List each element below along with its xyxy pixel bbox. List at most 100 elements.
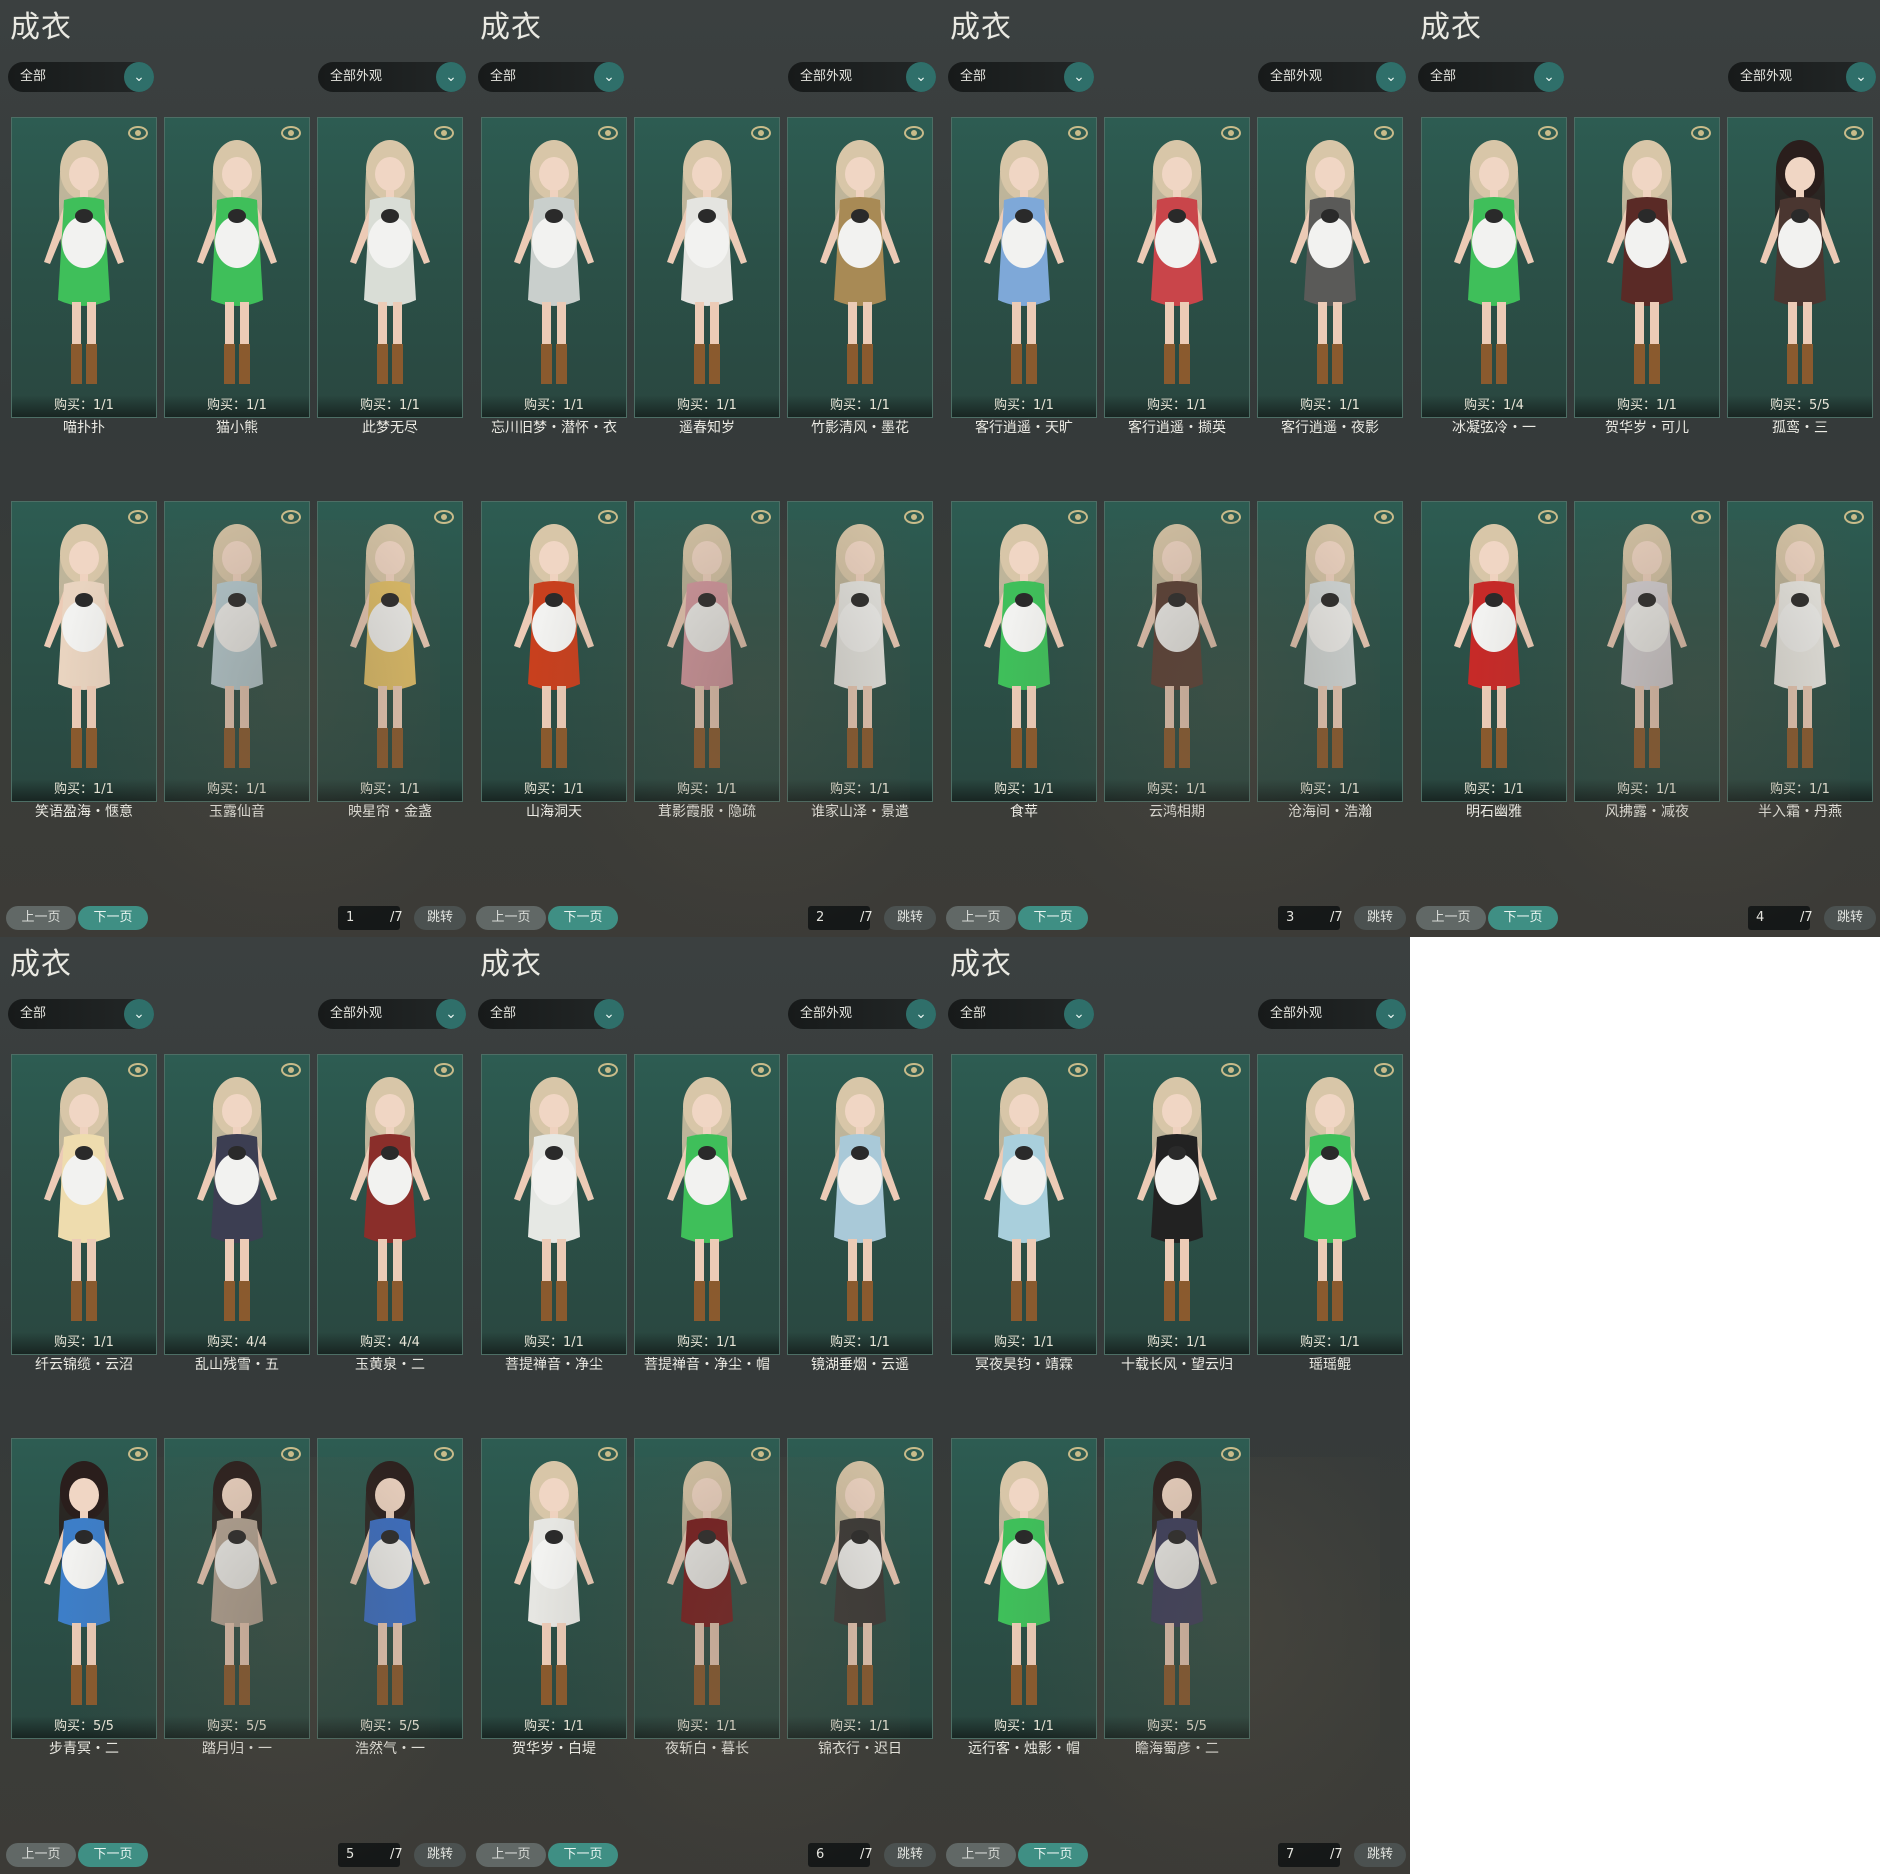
appearance-dropdown[interactable]: 全部外观 ⌄ (1728, 62, 1876, 92)
outfit-card[interactable]: 购买：1/1 (634, 501, 780, 802)
outfit-card[interactable]: 购买：1/1 (481, 117, 627, 418)
eye-icon[interactable] (904, 510, 924, 524)
eye-icon[interactable] (281, 126, 301, 140)
chevron-down-icon[interactable]: ⌄ (436, 62, 466, 92)
eye-icon[interactable] (904, 1063, 924, 1077)
outfit-card[interactable]: 购买：1/1 (317, 117, 463, 418)
appearance-dropdown[interactable]: 全部外观 ⌄ (788, 62, 936, 92)
eye-icon[interactable] (1221, 1063, 1241, 1077)
eye-icon[interactable] (434, 510, 454, 524)
chevron-down-icon[interactable]: ⌄ (1376, 62, 1406, 92)
next-page-button[interactable]: 下一页 (1488, 906, 1558, 930)
category-dropdown[interactable]: 全部 ⌄ (948, 999, 1094, 1029)
chevron-down-icon[interactable]: ⌄ (1534, 62, 1564, 92)
eye-icon[interactable] (1221, 126, 1241, 140)
chevron-down-icon[interactable]: ⌄ (124, 999, 154, 1029)
outfit-card[interactable]: 购买：1/1 (1257, 117, 1403, 418)
jump-button[interactable]: 跳转 (414, 906, 466, 930)
outfit-card[interactable]: 购买：1/1 (1104, 117, 1250, 418)
eye-icon[interactable] (1068, 1063, 1088, 1077)
outfit-card[interactable]: 购买：1/1 (164, 501, 310, 802)
outfit-card[interactable]: 购买：1/1 (951, 1054, 1097, 1355)
next-page-button[interactable]: 下一页 (548, 906, 618, 930)
eye-icon[interactable] (598, 510, 618, 524)
chevron-down-icon[interactable]: ⌄ (906, 62, 936, 92)
chevron-down-icon[interactable]: ⌄ (1064, 999, 1094, 1029)
outfit-card[interactable]: 购买：5/5 (164, 1438, 310, 1739)
next-page-button[interactable]: 下一页 (548, 1843, 618, 1867)
outfit-card[interactable]: 购买：4/4 (317, 1054, 463, 1355)
eye-icon[interactable] (1068, 126, 1088, 140)
eye-icon[interactable] (1221, 510, 1241, 524)
appearance-dropdown[interactable]: 全部外观 ⌄ (788, 999, 936, 1029)
chevron-down-icon[interactable]: ⌄ (1064, 62, 1094, 92)
outfit-card[interactable]: 购买：5/5 (1104, 1438, 1250, 1739)
eye-icon[interactable] (1538, 510, 1558, 524)
eye-icon[interactable] (904, 126, 924, 140)
appearance-dropdown[interactable]: 全部外观 ⌄ (318, 62, 466, 92)
prev-page-button[interactable]: 上一页 (476, 1843, 546, 1867)
category-dropdown[interactable]: 全部 ⌄ (478, 999, 624, 1029)
outfit-card[interactable]: 购买：1/1 (1104, 1054, 1250, 1355)
chevron-down-icon[interactable]: ⌄ (594, 62, 624, 92)
category-dropdown[interactable]: 全部 ⌄ (948, 62, 1094, 92)
chevron-down-icon[interactable]: ⌄ (1376, 999, 1406, 1029)
chevron-down-icon[interactable]: ⌄ (436, 999, 466, 1029)
next-page-button[interactable]: 下一页 (78, 906, 148, 930)
prev-page-button[interactable]: 上一页 (946, 906, 1016, 930)
outfit-card[interactable]: 购买：1/1 (787, 117, 933, 418)
outfit-card[interactable]: 购买：5/5 (1727, 117, 1873, 418)
eye-icon[interactable] (1221, 1447, 1241, 1461)
next-page-button[interactable]: 下一页 (1018, 906, 1088, 930)
category-dropdown[interactable]: 全部 ⌄ (1418, 62, 1564, 92)
eye-icon[interactable] (598, 126, 618, 140)
outfit-card[interactable]: 购买：4/4 (164, 1054, 310, 1355)
category-dropdown[interactable]: 全部 ⌄ (478, 62, 624, 92)
outfit-card[interactable]: 购买：1/1 (787, 1438, 933, 1739)
eye-icon[interactable] (128, 1063, 148, 1077)
eye-icon[interactable] (751, 1063, 771, 1077)
eye-icon[interactable] (281, 1063, 301, 1077)
appearance-dropdown[interactable]: 全部外观 ⌄ (1258, 62, 1406, 92)
prev-page-button[interactable]: 上一页 (6, 1843, 76, 1867)
outfit-card[interactable]: 购买：1/1 (634, 1438, 780, 1739)
outfit-card[interactable]: 购买：1/1 (1104, 501, 1250, 802)
outfit-card[interactable]: 购买：1/1 (481, 1054, 627, 1355)
jump-button[interactable]: 跳转 (1824, 906, 1876, 930)
outfit-card[interactable]: 购买：1/4 (1421, 117, 1567, 418)
outfit-card[interactable]: 购买：1/1 (634, 1054, 780, 1355)
chevron-down-icon[interactable]: ⌄ (594, 999, 624, 1029)
jump-button[interactable]: 跳转 (414, 1843, 466, 1867)
prev-page-button[interactable]: 上一页 (1416, 906, 1486, 930)
category-dropdown[interactable]: 全部 ⌄ (8, 62, 154, 92)
outfit-card[interactable]: 购买：1/1 (1257, 501, 1403, 802)
outfit-card[interactable]: 购买：1/1 (951, 501, 1097, 802)
eye-icon[interactable] (1691, 510, 1711, 524)
category-dropdown[interactable]: 全部 ⌄ (8, 999, 154, 1029)
outfit-card[interactable]: 购买：1/1 (1574, 117, 1720, 418)
outfit-card[interactable]: 购买：1/1 (1727, 501, 1873, 802)
eye-icon[interactable] (1068, 1447, 1088, 1461)
eye-icon[interactable] (1374, 1063, 1394, 1077)
jump-button[interactable]: 跳转 (1354, 1843, 1406, 1867)
eye-icon[interactable] (434, 126, 454, 140)
outfit-card[interactable]: 购买：1/1 (787, 1054, 933, 1355)
eye-icon[interactable] (281, 510, 301, 524)
prev-page-button[interactable]: 上一页 (6, 906, 76, 930)
chevron-down-icon[interactable]: ⌄ (1846, 62, 1876, 92)
eye-icon[interactable] (751, 1447, 771, 1461)
eye-icon[interactable] (434, 1447, 454, 1461)
eye-icon[interactable] (598, 1063, 618, 1077)
outfit-card[interactable]: 购买：1/1 (11, 117, 157, 418)
outfit-card[interactable]: 购买：1/1 (634, 117, 780, 418)
jump-button[interactable]: 跳转 (1354, 906, 1406, 930)
eye-icon[interactable] (1844, 510, 1864, 524)
outfit-card[interactable]: 购买：1/1 (11, 501, 157, 802)
eye-icon[interactable] (128, 510, 148, 524)
eye-icon[interactable] (1068, 510, 1088, 524)
jump-button[interactable]: 跳转 (884, 1843, 936, 1867)
outfit-card[interactable]: 购买：5/5 (11, 1438, 157, 1739)
outfit-card[interactable]: 购买：1/1 (1257, 1054, 1403, 1355)
eye-icon[interactable] (598, 1447, 618, 1461)
eye-icon[interactable] (1374, 510, 1394, 524)
